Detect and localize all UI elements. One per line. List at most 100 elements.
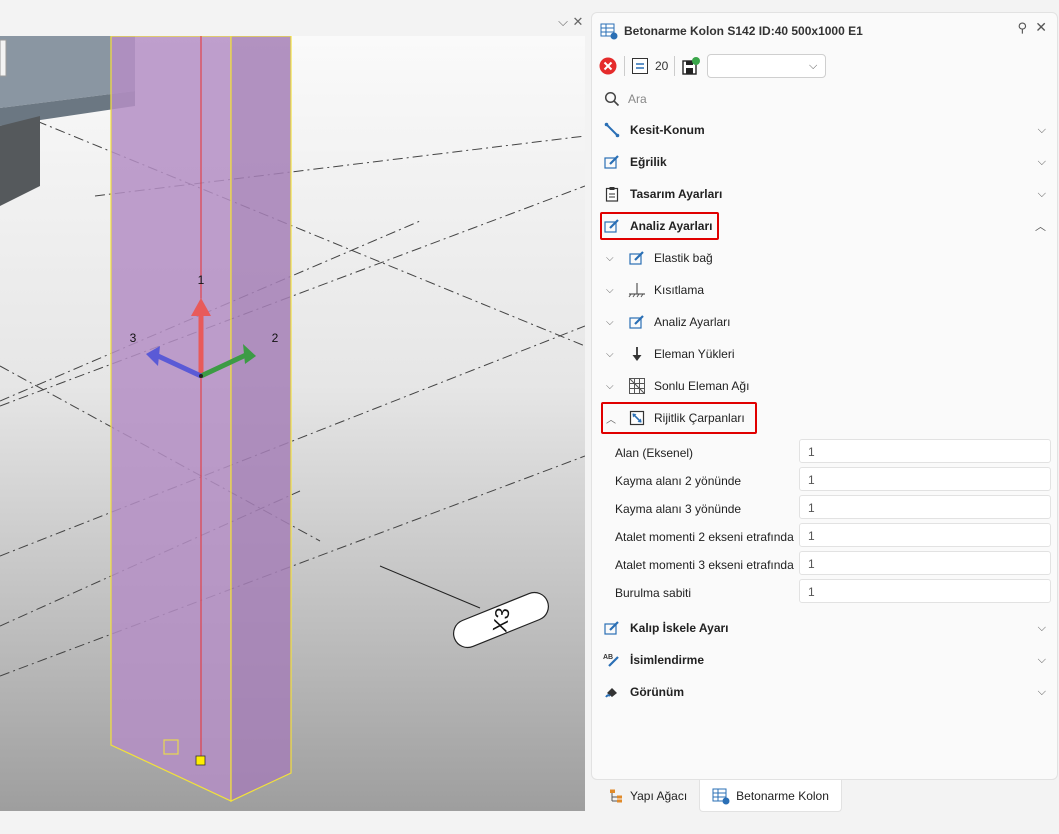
panel-header: Betonarme Kolon S142 ID:40 500x1000 E1 bbox=[600, 19, 863, 43]
edit-icon bbox=[600, 154, 624, 170]
support-constraint-icon bbox=[626, 282, 648, 298]
mesh-icon bbox=[626, 377, 648, 395]
chevron-down-icon[interactable]: ⌵ bbox=[555, 14, 571, 32]
property-value-input[interactable]: 1 bbox=[799, 467, 1051, 491]
3d-viewport[interactable]: 1 2 3 X3 bbox=[0, 36, 585, 811]
viewport-edge-handle[interactable] bbox=[0, 39, 7, 77]
search-input[interactable]: Ara bbox=[628, 92, 647, 106]
section-isimlendirme[interactable]: AB İsimlendirme ⌵ bbox=[600, 647, 1046, 673]
tab-betonarme-kolon[interactable]: Betonarme Kolon bbox=[699, 780, 842, 812]
bottom-tab-bar: Yapı Ağacı Betonarme Kolon bbox=[596, 780, 842, 812]
toolbar-separator bbox=[674, 56, 676, 76]
chevron-down-icon: ⌵ bbox=[606, 252, 614, 264]
tree-icon bbox=[610, 789, 622, 803]
property-label: Kayma alanı 3 yönünde bbox=[615, 502, 742, 516]
axis-2-label: 2 bbox=[272, 331, 279, 345]
close-icon[interactable]: ✕ bbox=[570, 14, 586, 32]
panel-toolbar: 20 ⌵ bbox=[598, 53, 827, 79]
axis-3-label: 3 bbox=[130, 331, 137, 345]
property-row: Atalet momenti 3 ekseni etrafında 1 bbox=[615, 551, 1051, 577]
section-egrilik[interactable]: Eğrilik ⌵ bbox=[600, 149, 1046, 175]
subsection-label: Elastik bağ bbox=[654, 251, 713, 265]
property-label: Kayma alanı 2 yönünde bbox=[615, 474, 742, 488]
close-panel-icon[interactable]: ✕ bbox=[1035, 20, 1047, 36]
subsection-elastik-bag[interactable]: ⌵ Elastik bağ bbox=[606, 245, 1046, 271]
search-box[interactable]: Ara bbox=[604, 89, 647, 109]
column-front-face bbox=[110, 36, 232, 802]
chevron-down-icon: ⌵ bbox=[1037, 187, 1046, 200]
edit-icon bbox=[626, 250, 648, 266]
subsection-analiz-ayarlari[interactable]: ⌵ Analiz Ayarları bbox=[606, 309, 1046, 335]
tab-label: Yapı Ağacı bbox=[630, 789, 688, 803]
chevron-down-icon: ⌵ bbox=[606, 284, 614, 296]
section-tasarim-ayarlari[interactable]: Tasarım Ayarları ⌵ bbox=[600, 181, 1046, 207]
highlight-box-rijitlik bbox=[601, 402, 757, 434]
panel-title: Betonarme Kolon S142 ID:40 500x1000 E1 bbox=[624, 24, 863, 38]
chevron-down-icon: ⌵ bbox=[606, 348, 614, 360]
chevron-down-icon: ⌵ bbox=[1037, 653, 1046, 666]
property-value-input[interactable]: 1 bbox=[799, 523, 1051, 547]
property-panel: Betonarme Kolon S142 ID:40 500x1000 E1 ⚲… bbox=[591, 12, 1058, 780]
paint-icon bbox=[600, 684, 624, 700]
subsection-label: Eleman Yükleri bbox=[654, 347, 735, 361]
column-base-point[interactable] bbox=[195, 755, 206, 766]
chevron-down-icon: ⌵ bbox=[1037, 123, 1046, 136]
toolbar-separator bbox=[624, 56, 625, 76]
property-value-input[interactable]: 1 bbox=[799, 439, 1051, 463]
property-row: Kayma alanı 3 yönünde 1 bbox=[615, 495, 1051, 521]
section-label: Kesit-Konum bbox=[630, 123, 705, 137]
chevron-down-icon: ⌵ bbox=[1037, 621, 1046, 634]
tab-yapi-agaci[interactable]: Yapı Ağacı bbox=[596, 780, 699, 812]
svg-text:AB: AB bbox=[603, 654, 613, 661]
settings-dropdown[interactable]: ⌵ bbox=[707, 54, 827, 78]
viewport-header: ⌵ ✕ bbox=[0, 12, 588, 36]
property-row: Burulma sabiti 1 bbox=[615, 579, 1051, 605]
delete-icon[interactable] bbox=[598, 56, 618, 76]
section-label: Görünüm bbox=[630, 685, 684, 699]
section-gorunum[interactable]: Görünüm ⌵ bbox=[600, 679, 1046, 705]
section-kesit-konum[interactable]: Kesit-Konum ⌵ bbox=[600, 117, 1046, 143]
column-table-icon bbox=[712, 788, 730, 804]
property-label: Atalet momenti 3 ekseni etrafında bbox=[615, 558, 794, 572]
chevron-down-icon: ⌵ bbox=[606, 380, 614, 392]
chevron-down-icon: ⌵ bbox=[809, 59, 818, 72]
viewport-scene: 1 2 3 X3 bbox=[0, 36, 585, 802]
section-label: İsimlendirme bbox=[630, 653, 705, 667]
pin-icon[interactable]: ⚲ bbox=[1017, 21, 1027, 36]
clipboard-icon bbox=[600, 186, 624, 202]
column-table-icon bbox=[600, 23, 618, 40]
section-kalip-iskele[interactable]: Kalıp İskele Ayarı ⌵ bbox=[600, 615, 1046, 641]
subsection-eleman-yukleri[interactable]: ⌵ Eleman Yükleri bbox=[606, 341, 1046, 367]
count-value[interactable]: 20 bbox=[655, 59, 668, 73]
grid-bubble-label: X3 bbox=[489, 606, 514, 633]
save-settings-icon[interactable] bbox=[681, 56, 701, 76]
axis-1-label: 1 bbox=[198, 273, 205, 287]
subsection-label: Kısıtlama bbox=[654, 283, 705, 297]
property-value-input[interactable]: 1 bbox=[799, 495, 1051, 519]
property-value-input[interactable]: 1 bbox=[799, 551, 1051, 575]
chevron-up-icon: ︿ bbox=[1035, 220, 1046, 233]
search-icon bbox=[604, 91, 620, 107]
line-tool-icon bbox=[600, 122, 624, 138]
grid-bubble: X3 bbox=[453, 591, 549, 649]
property-label: Burulma sabiti bbox=[615, 586, 692, 600]
subsection-kisitlama[interactable]: ⌵ Kısıtlama bbox=[606, 277, 1046, 303]
property-value-input[interactable]: 1 bbox=[799, 579, 1051, 603]
section-label: Kalıp İskele Ayarı bbox=[630, 621, 729, 635]
count-icon bbox=[632, 58, 648, 74]
subsection-sonlu-eleman-agi[interactable]: ⌵ Sonlu Eleman Ağı bbox=[606, 373, 1046, 399]
property-row: Alan (Eksenel) 1 bbox=[615, 439, 1051, 465]
property-row: Kayma alanı 2 yönünde 1 bbox=[615, 467, 1051, 493]
grid-bubble-leader bbox=[379, 565, 481, 609]
chevron-down-icon: ⌵ bbox=[1037, 155, 1046, 168]
column-side-face bbox=[230, 36, 292, 802]
property-row: Atalet momenti 2 ekseni etrafında 1 bbox=[615, 523, 1051, 549]
grid-lines bbox=[0, 105, 585, 677]
tab-label: Betonarme Kolon bbox=[736, 788, 829, 803]
edit-icon bbox=[626, 314, 648, 330]
subsection-label: Sonlu Eleman Ağı bbox=[654, 379, 750, 393]
section-label: Eğrilik bbox=[630, 155, 667, 169]
app-root: ⌵ ✕ 1 2 3 X3 Betonarme Kolon S142 ID:40 … bbox=[0, 0, 1059, 834]
property-label: Alan (Eksenel) bbox=[615, 446, 694, 460]
down-arrow-load-icon bbox=[626, 346, 648, 362]
